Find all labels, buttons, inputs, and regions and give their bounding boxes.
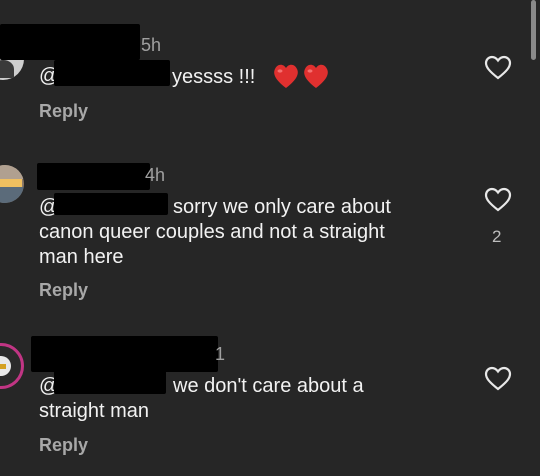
timestamp: 1 [215,344,226,364]
timestamp: 4h [145,165,166,185]
timestamp: 5h [141,35,162,55]
avatar[interactable] [0,343,24,389]
redacted-username [37,163,150,190]
reply-button[interactable]: Reply [39,280,88,301]
comment-text: sorry we only care about canon queer cou… [39,196,391,268]
heart-outline-icon[interactable] [483,364,513,394]
comment-text: yessss !!! [172,66,256,88]
avatar[interactable] [0,165,24,203]
heart-outline-icon[interactable] [483,53,513,83]
redacted-username [31,336,218,372]
redacted-mention [54,60,170,86]
comment-text: we don't care about a straight man [39,375,364,422]
reply-button[interactable]: Reply [39,101,88,122]
scrollbar[interactable] [531,0,536,60]
like-count: 2 [492,227,502,246]
heart-outline-icon[interactable] [483,185,513,215]
red-heart-emoji [272,61,332,91]
reply-button[interactable]: Reply [39,435,88,456]
redacted-username [0,24,140,60]
